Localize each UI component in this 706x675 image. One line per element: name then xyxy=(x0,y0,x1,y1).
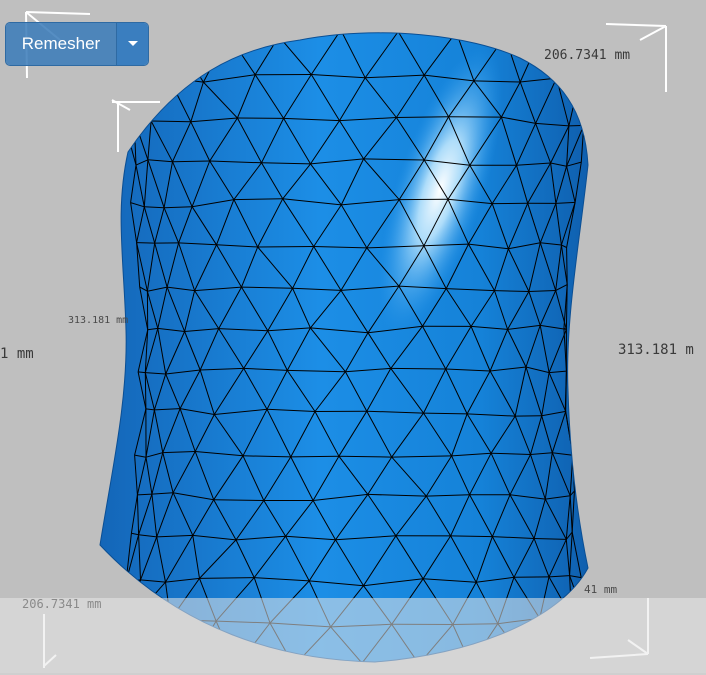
3d-viewport[interactable]: 206.7341 mm 313.181 m 1 mm 313.181 mm 20… xyxy=(0,0,706,673)
remesher-split-button: Remesher xyxy=(6,23,148,65)
dimension-label-top-right: 206.7341 mm xyxy=(544,49,630,62)
dimension-label-bottom-right: 41 mm xyxy=(584,584,617,595)
mesh-canvas[interactable] xyxy=(0,0,706,673)
dimension-label-left-inner: 313.181 mm xyxy=(68,316,128,326)
caret-down-icon xyxy=(128,41,138,46)
dimension-label-left-edge: 1 mm xyxy=(0,347,34,361)
dimension-label-bottom-left: 206.7341 mm xyxy=(22,598,101,610)
dimension-label-right: 313.181 m xyxy=(618,343,694,357)
remesher-dropdown-toggle[interactable] xyxy=(116,23,148,65)
remesher-button[interactable]: Remesher xyxy=(6,23,116,65)
bottom-panel xyxy=(0,598,706,675)
